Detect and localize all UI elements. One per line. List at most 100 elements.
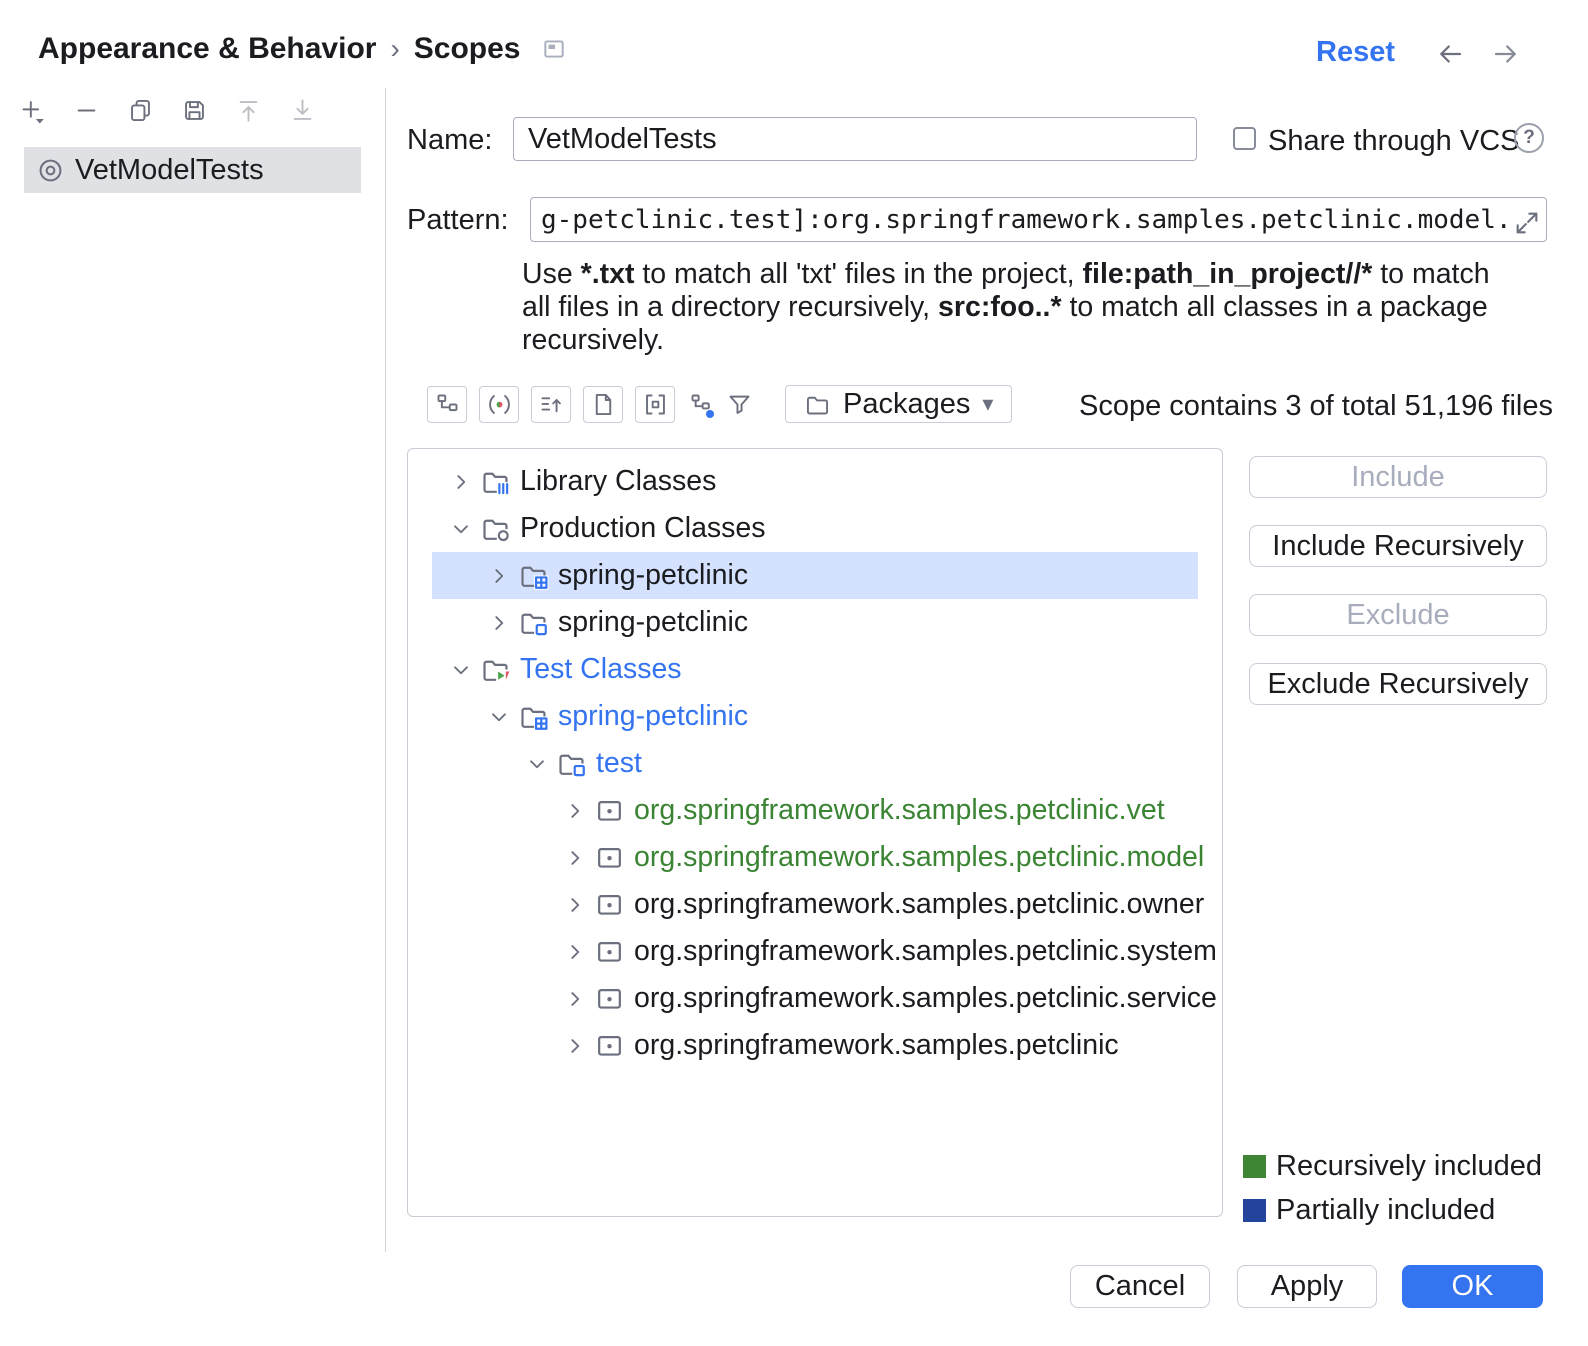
tree-row[interactable]: org.springframework.samples.petclinic.se… [432, 975, 1198, 1022]
duplicate-button[interactable] [126, 96, 154, 124]
chevron-down-icon[interactable] [485, 703, 513, 731]
show-files-icon [590, 391, 617, 418]
scope-list-toolbar [18, 96, 316, 124]
packages-dropdown-label: Packages [843, 388, 970, 421]
packages-dropdown[interactable]: Packages ▾ [785, 385, 1012, 423]
add-button[interactable] [18, 96, 46, 124]
filter-button[interactable] [725, 390, 753, 418]
chevron-right-icon [562, 1033, 588, 1059]
include-button[interactable]: Include [1249, 456, 1547, 498]
package-icon [594, 1030, 625, 1061]
package-icon [594, 889, 625, 920]
include-recursively-button[interactable]: Include Recursively [1249, 525, 1547, 567]
exclude-button[interactable]: Exclude [1249, 594, 1547, 636]
show-modules-icon [434, 391, 461, 418]
apply-button[interactable]: Apply [1237, 1265, 1377, 1308]
ok-button[interactable]: OK [1402, 1265, 1543, 1308]
tree-row[interactable]: spring-petclinic [432, 599, 1198, 646]
show-modules-button[interactable] [427, 386, 467, 423]
chevron-right-icon [562, 939, 588, 965]
breadcrumb-section[interactable]: Appearance & Behavior [38, 32, 376, 66]
chevron-down-icon[interactable] [447, 515, 475, 543]
tree-item-label: org.springframework.samples.petclinic.ow… [634, 888, 1204, 921]
tree-row[interactable]: org.springframework.samples.petclinic.mo… [432, 834, 1198, 881]
breadcrumb: Appearance & Behavior › Scopes [38, 32, 567, 66]
pattern-input[interactable] [530, 197, 1547, 242]
legend-label: Recursively included [1276, 1150, 1542, 1183]
folder-module-icon [518, 701, 549, 732]
chevron-right-icon [486, 610, 512, 636]
chevron-right-icon[interactable] [561, 985, 589, 1013]
chevron-right-icon[interactable] [561, 844, 589, 872]
show-legend-icon [486, 391, 513, 418]
legend-swatch [1243, 1155, 1266, 1178]
chevron-down-icon: ▾ [982, 391, 993, 417]
scope-list-item[interactable]: VetModelTests [24, 147, 361, 193]
chevron-right-icon[interactable] [485, 562, 513, 590]
compact-packages-icon [642, 391, 669, 418]
chevron-down-icon[interactable] [447, 656, 475, 684]
tree-row[interactable]: Library Classes [432, 458, 1198, 505]
tree-row[interactable]: org.springframework.samples.petclinic.ow… [432, 881, 1198, 928]
tree-item-label: spring-petclinic [558, 606, 748, 639]
folder-classes-icon [480, 513, 511, 544]
forward-arrow-button[interactable] [1490, 38, 1522, 70]
expand-icon [1513, 209, 1541, 237]
tree-item-label: org.springframework.samples.petclinic [634, 1029, 1119, 1062]
legend: Recursively included Partially included [1243, 1144, 1542, 1232]
legend-item: Partially included [1243, 1188, 1542, 1232]
chevron-right-icon[interactable] [485, 609, 513, 637]
share-vcs-checkbox[interactable] [1233, 127, 1256, 150]
back-arrow-button[interactable] [1434, 38, 1466, 70]
package-icon [594, 795, 625, 826]
chevron-right-icon[interactable] [561, 891, 589, 919]
move-up-button[interactable] [234, 96, 262, 124]
folder-source-icon [518, 607, 549, 638]
scope-item-label: VetModelTests [75, 154, 264, 187]
modified-badge [706, 410, 714, 418]
folder-test-icon [480, 654, 511, 685]
scope-name-input[interactable] [513, 117, 1197, 161]
tree-row[interactable]: spring-petclinic [432, 693, 1198, 740]
tree-item-label: org.springframework.samples.petclinic.mo… [634, 841, 1204, 874]
chevron-down-icon[interactable] [523, 750, 551, 778]
exclude-recursively-button[interactable]: Exclude Recursively [1249, 663, 1547, 705]
tree-row[interactable]: Test Classes [432, 646, 1198, 693]
tree-row[interactable]: spring-petclinic [432, 552, 1198, 599]
folder-classes-icon [480, 513, 511, 544]
compact-packages-button[interactable] [635, 386, 675, 423]
show-scope-sets-button[interactable] [531, 386, 571, 423]
tree-row[interactable]: org.springframework.samples.petclinic [432, 1022, 1198, 1069]
show-files-button[interactable] [583, 386, 623, 423]
chevron-right-icon[interactable] [561, 1032, 589, 1060]
chevron-right-icon[interactable] [561, 938, 589, 966]
expand-pattern-button[interactable] [1513, 209, 1541, 237]
tree-item-label: Production Classes [520, 512, 766, 545]
help-icon[interactable]: ? [1514, 123, 1544, 153]
cancel-button[interactable]: Cancel [1070, 1265, 1210, 1308]
group-by-scope-type-button[interactable] [687, 390, 715, 418]
move-down-button[interactable] [288, 96, 316, 124]
chevron-right-icon[interactable] [561, 797, 589, 825]
tree-row[interactable]: org.springframework.samples.petclinic.ve… [432, 787, 1198, 834]
chevron-right-icon[interactable] [447, 468, 475, 496]
legend-swatch [1243, 1199, 1266, 1222]
reset-button[interactable]: Reset [1316, 36, 1395, 69]
share-vcs-label: Share through VCS [1268, 125, 1519, 158]
scope-summary: Scope contains 3 of total 51,196 files [1079, 390, 1553, 423]
folder-source-icon [518, 607, 549, 638]
duplicate-icon [127, 97, 154, 124]
show-legend-button[interactable] [479, 386, 519, 423]
save-button[interactable] [180, 96, 208, 124]
tree-row[interactable]: test [432, 740, 1198, 787]
tree-item-label: org.springframework.samples.petclinic.ve… [634, 794, 1165, 827]
remove-button[interactable] [72, 96, 100, 124]
scope-list: VetModelTests [24, 147, 361, 193]
legend-item: Recursively included [1243, 1144, 1542, 1188]
dialog-window-icon [541, 36, 567, 62]
breadcrumb-page: Scopes [414, 32, 521, 66]
tree-row[interactable]: Production Classes [432, 505, 1198, 552]
save-icon [181, 97, 208, 124]
tree-row[interactable]: org.springframework.samples.petclinic.sy… [432, 928, 1198, 975]
package-icon [594, 983, 625, 1014]
